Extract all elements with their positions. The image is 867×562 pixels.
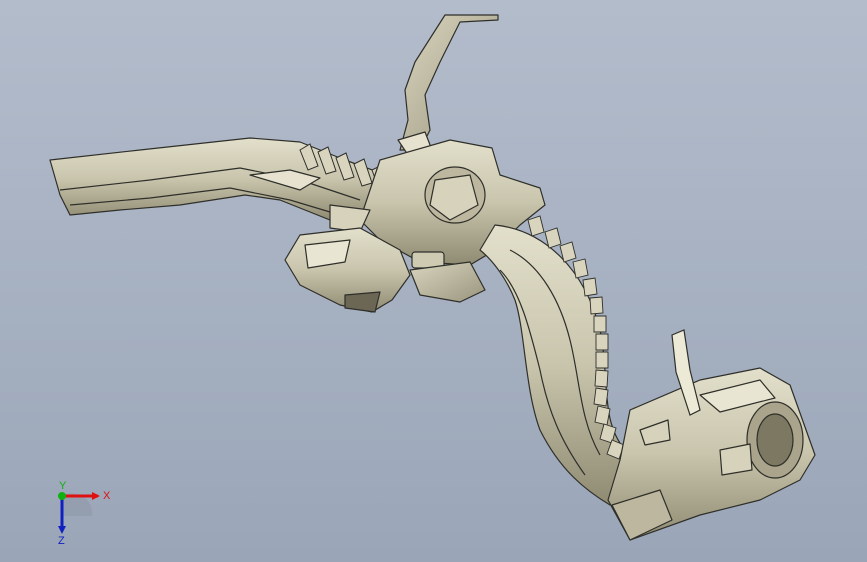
- y-axis-dot: [58, 492, 66, 500]
- 3d-viewport[interactable]: X Y Z: [0, 0, 867, 562]
- y-axis-label: Y: [59, 480, 67, 492]
- corrugated-hose: [479, 224, 641, 506]
- cad-model[interactable]: [0, 0, 867, 562]
- x-axis-label: X: [103, 490, 111, 502]
- axis-triad: X Y Z: [40, 478, 120, 558]
- top-bracket: [397, 14, 499, 159]
- x-axis-arrow: [92, 492, 100, 500]
- nozzle-head: [607, 367, 816, 541]
- z-axis-label: Z: [58, 535, 65, 547]
- z-axis-arrow: [58, 526, 66, 534]
